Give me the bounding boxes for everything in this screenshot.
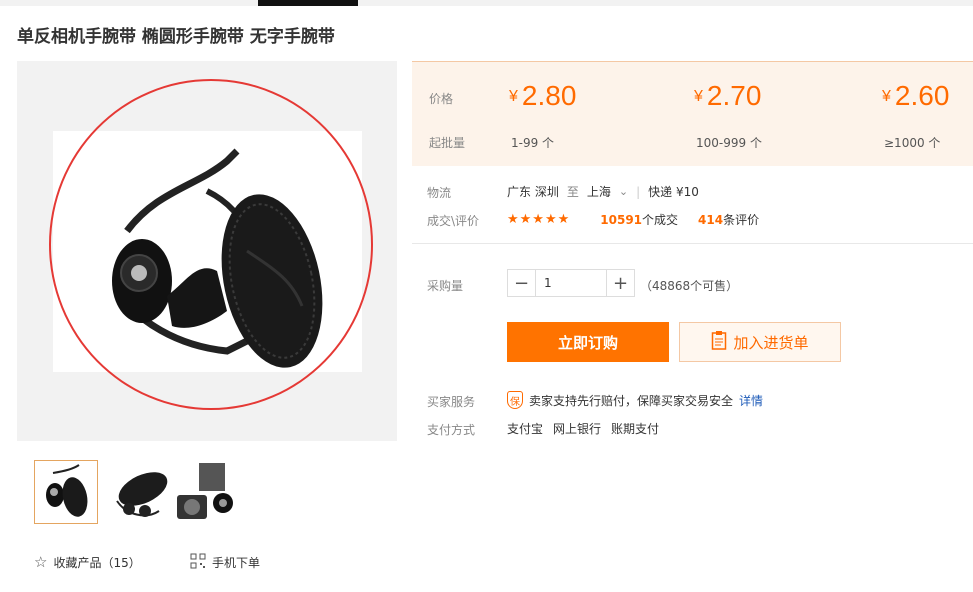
payment-alipay: 支付宝 (507, 422, 544, 436)
guarantee-shield-icon: 保 (507, 391, 523, 409)
sales-count[interactable]: 10591 (600, 213, 642, 227)
add-to-cart-label: 加入进货单 (733, 333, 809, 352)
main-product-image[interactable] (17, 61, 397, 441)
tier-1-range: 1-99 个 (511, 136, 555, 150)
details-link[interactable]: 详情 (739, 392, 763, 409)
price-tier-3: ¥2.60 (882, 80, 950, 111)
buyer-service-label: 买家服务 (427, 395, 476, 409)
increase-button[interactable]: + (607, 270, 634, 296)
price-panel: 价格 起批量 ¥2.80 1-99 个 ¥2.70 100-999 个 ¥2.6… (412, 61, 973, 166)
logistics-info: 广东 深圳 至 上海 ⌄ | 快递 ¥10 (507, 183, 699, 200)
product-title: 单反相机手腕带 椭圆形手腕带 无字手腕带 (17, 27, 335, 47)
quantity-stepper: − 1 + (507, 269, 635, 297)
quantity-input[interactable]: 1 (535, 270, 607, 296)
rating-stars: ★★★★★ (507, 212, 571, 227)
review-count[interactable]: 414 (698, 213, 723, 227)
active-tab-indicator (258, 0, 358, 6)
sales-suffix: 个成交 (642, 213, 679, 227)
mobile-order-label: 手机下单 (212, 556, 261, 570)
bottom-actions: ☆ 收藏产品（15） 手机下单 (34, 553, 334, 573)
thumbnail-2[interactable] (106, 460, 170, 524)
thumbnail-1[interactable] (34, 460, 98, 524)
add-to-cart-button[interactable]: 加入进货单 (679, 322, 841, 362)
tier-3-range: ≥1000 个 (884, 136, 941, 150)
ship-to-value: 上海 (586, 185, 611, 199)
payment-methods: 支付宝 网上银行 账期支付 (507, 420, 659, 437)
annotation-circle (49, 79, 373, 410)
shipping-fee: 快递 ¥10 (648, 185, 699, 199)
reviews-label: 成交\评价 (427, 214, 480, 228)
logistics-label: 物流 (427, 186, 452, 200)
reviews-info: ★★★★★ 10591 个成交 414 条评价 (507, 211, 759, 228)
buyer-service-info: 保 卖家支持先行赔付，保障买家交易安全 详情 (507, 391, 763, 409)
review-suffix: 条评价 (723, 213, 760, 227)
min-order-label: 起批量 (429, 136, 466, 150)
payment-credit: 账期支付 (611, 422, 660, 436)
clipboard-icon (711, 330, 727, 354)
divider-line (412, 243, 973, 244)
guarantee-text: 卖家支持先行赔付，保障买家交易安全 (529, 393, 734, 408)
divider: | (636, 184, 641, 199)
available-stock: （48868个可售） (640, 279, 739, 293)
chevron-down-icon: ⌄ (618, 185, 629, 198)
thumbnail-3[interactable] (174, 460, 238, 524)
buy-now-button[interactable]: 立即订购 (507, 322, 669, 362)
payment-label: 支付方式 (427, 423, 476, 437)
payment-online-bank: 网上银行 (553, 422, 602, 436)
tier-2-range: 100-999 个 (696, 136, 762, 150)
price-tier-1: ¥2.80 (509, 80, 577, 111)
ship-from: 广东 深圳 (507, 185, 559, 199)
price-tier-2: ¥2.70 (694, 80, 762, 111)
favorite-product-button[interactable]: ☆ 收藏产品（15） (34, 553, 141, 571)
decrease-button[interactable]: − (508, 270, 535, 296)
top-tab-bar (0, 0, 973, 6)
mobile-order-button[interactable]: 手机下单 (190, 553, 260, 572)
price-label: 价格 (429, 92, 454, 106)
favorite-label: 收藏产品（15） (53, 555, 141, 570)
quantity-label: 采购量 (427, 279, 464, 293)
qr-code-icon (190, 553, 206, 572)
ship-to-select[interactable]: 上海 ⌄ (587, 183, 628, 200)
to-word: 至 (566, 185, 579, 199)
star-outline-icon: ☆ (34, 553, 48, 571)
